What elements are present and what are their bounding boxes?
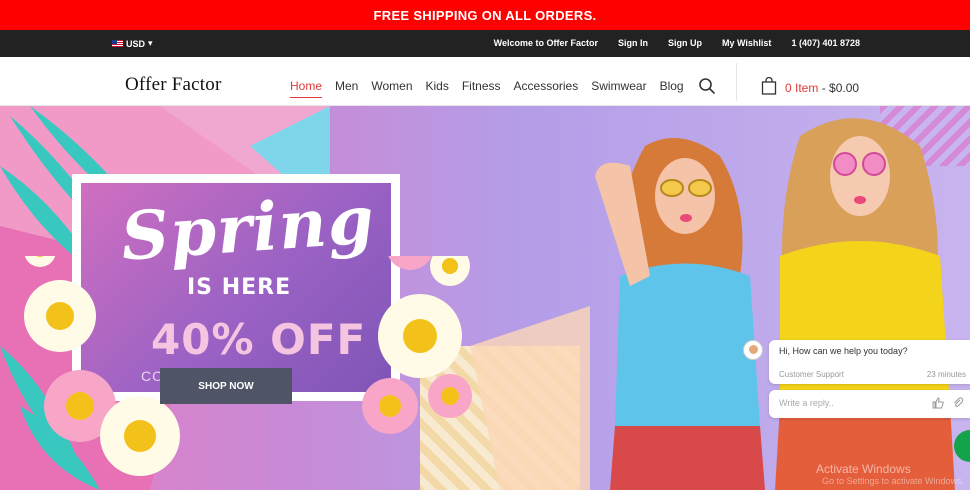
nav-item-blog[interactable]: Blog (660, 79, 684, 98)
nav-item-swimwear[interactable]: Swimwear (591, 79, 646, 98)
welcome-text: Welcome to Offer Factor (493, 38, 598, 48)
chat-message-bubble[interactable]: Hi, How can we help you today? Customer … (769, 340, 970, 384)
thumbs-up-icon[interactable] (932, 397, 944, 411)
nav-item-kids[interactable]: Kids (426, 79, 449, 98)
cart-item-count: 0 Item (785, 80, 819, 95)
nav-item-men[interactable]: Men (335, 79, 358, 98)
chat-reply-actions (932, 397, 964, 411)
activate-windows-subtext: Go to Settings to activate Windows. (822, 476, 965, 486)
model-yellow-shirt-image (775, 118, 955, 490)
currency-label: USD (126, 38, 146, 49)
main-nav: Home Men Women Kids Fitness Accessories … (290, 79, 697, 98)
chat-reply-input[interactable]: Write a reply.. (769, 390, 970, 418)
shopping-bag-icon (761, 76, 777, 98)
top-links: Welcome to Offer Factor Sign In Sign Up … (494, 38, 860, 48)
main-header: Offer Factor Home Men Women Kids Fitness… (0, 57, 970, 106)
cart-separator: - (818, 80, 830, 95)
phone-number: 1 (407) 401 8728 (791, 38, 860, 48)
site-logo[interactable]: Offer Factor (125, 74, 221, 96)
free-shipping-bar: FREE SHIPPING ON ALL ORDERS. (0, 0, 970, 30)
chat-message-text: Hi, How can we help you today? (779, 346, 908, 356)
search-icon[interactable] (698, 77, 716, 95)
nav-item-accessories[interactable]: Accessories (514, 79, 579, 98)
chevron-down-icon: ▾ (148, 38, 153, 48)
nav-item-women[interactable]: Women (371, 79, 412, 98)
free-shipping-text: FREE SHIPPING ON ALL ORDERS. (373, 7, 597, 23)
currency-selector[interactable]: USD ▾ (112, 38, 153, 49)
cart-button[interactable]: 0 Item - $0.00 (761, 76, 860, 98)
header-divider (736, 63, 737, 101)
activate-windows-watermark: Activate Windows (816, 462, 911, 476)
model-blue-shirt-image (595, 138, 765, 490)
nav-item-home[interactable]: Home (290, 79, 323, 98)
sign-in-link[interactable]: Sign In (618, 38, 648, 48)
chat-widget: Hi, How can we help you today? Customer … (743, 340, 970, 430)
wishlist-link[interactable]: My Wishlist (722, 38, 771, 48)
hero-banner: Spring IS HERE 40% OFF COLLECTION SHOP N… (0, 106, 970, 490)
chat-time: 23 minutes (926, 370, 966, 379)
nav-item-fitness[interactable]: Fitness (462, 79, 501, 98)
support-avatar (743, 340, 763, 360)
sign-up-link[interactable]: Sign Up (668, 38, 702, 48)
paperclip-icon[interactable] (952, 397, 964, 411)
shop-now-button[interactable]: SHOP NOW (160, 368, 292, 404)
us-flag-icon (112, 40, 123, 47)
chat-reply-placeholder: Write a reply.. (779, 398, 834, 408)
chat-sender: Customer Support (779, 370, 844, 379)
top-bar: USD ▾ Welcome to Offer Factor Sign In Si… (0, 30, 970, 57)
cart-total: $0.00 (829, 80, 860, 95)
